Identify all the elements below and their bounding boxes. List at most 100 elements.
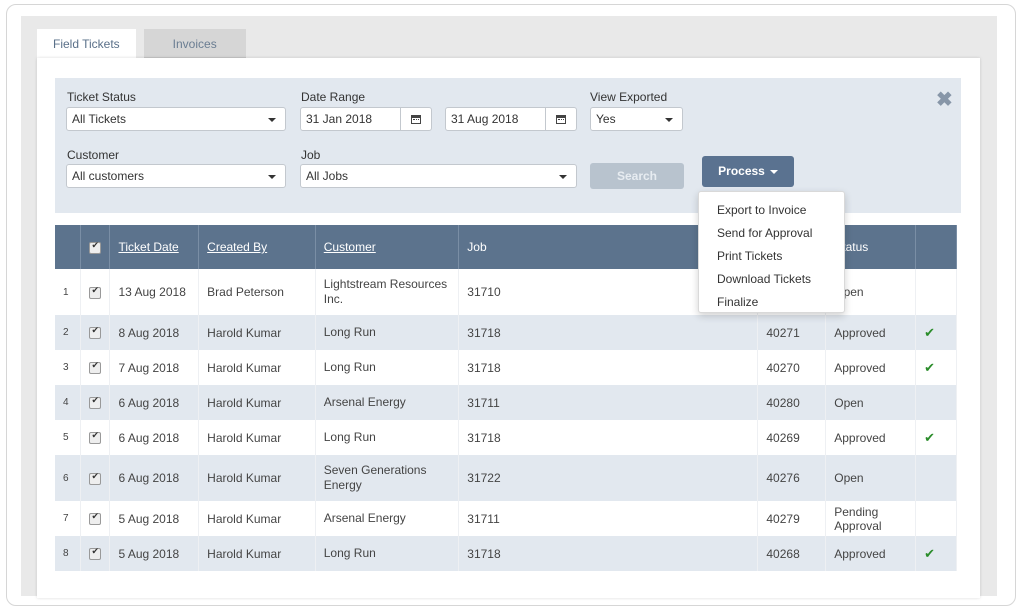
ticket-number: 40271 xyxy=(758,315,826,350)
row-checkbox[interactable] xyxy=(89,548,101,560)
row-number: 4 xyxy=(55,385,81,420)
date-end-calendar-button[interactable] xyxy=(545,108,576,130)
created-by: Brad Peterson xyxy=(199,269,316,315)
date-end-input[interactable]: 31 Aug 2018 xyxy=(445,107,577,131)
status: Approved xyxy=(826,536,916,571)
header-select-all[interactable] xyxy=(81,225,110,269)
row-number: 3 xyxy=(55,350,81,385)
approval-icon-cell xyxy=(916,269,957,315)
menu-item-finalize[interactable]: Finalize xyxy=(699,291,844,314)
row-checkbox-cell xyxy=(81,385,110,420)
approval-icon-cell: ✔ xyxy=(916,350,957,385)
header-approval-icon xyxy=(916,225,957,269)
created-by: Harold Kumar xyxy=(199,385,316,420)
row-number: 1 xyxy=(55,269,81,315)
table-row[interactable]: 75 Aug 2018Harold KumarArsenal Energy317… xyxy=(55,501,957,536)
calendar-icon xyxy=(411,115,421,124)
table-row[interactable]: 2 8 Aug 2018Harold KumarLong Run317184027… xyxy=(55,315,957,350)
approval-icon-cell: ✔ xyxy=(916,420,957,455)
approval-icon-cell xyxy=(916,501,957,536)
header-customer[interactable]: Customer xyxy=(315,225,459,269)
job: 31722 xyxy=(459,455,758,501)
header-created-by[interactable]: Created By xyxy=(199,225,316,269)
created-by: Harold Kumar xyxy=(199,536,316,571)
row-checkbox[interactable] xyxy=(89,327,101,339)
ticket-number: 40276 xyxy=(758,455,826,501)
ticket-date: 6 Aug 2018 xyxy=(110,420,199,455)
row-number: 8 xyxy=(55,536,81,571)
header-customer-label[interactable]: Customer xyxy=(324,240,376,254)
row-checkbox[interactable] xyxy=(89,397,101,409)
chevron-down-icon xyxy=(665,118,673,122)
ticket-status-label: Ticket Status xyxy=(67,90,136,104)
close-x-icon[interactable]: ✖ xyxy=(936,90,953,110)
row-checkbox[interactable] xyxy=(89,432,101,444)
status: Approved xyxy=(826,315,916,350)
customer: Long Run xyxy=(315,536,459,571)
ticket-number: 40269 xyxy=(758,420,826,455)
row-checkbox[interactable] xyxy=(89,362,101,374)
job-select[interactable]: All Jobs xyxy=(300,164,577,188)
table-row[interactable]: 66 Aug 2018Harold KumarSeven Generations… xyxy=(55,455,957,501)
table-row[interactable]: 37 Aug 2018Harold KumarLong Run317184027… xyxy=(55,350,957,385)
checkmark-icon: ✔ xyxy=(924,546,935,561)
process-button[interactable]: Process xyxy=(702,156,794,187)
checkmark-icon: ✔ xyxy=(924,325,935,340)
header-row-number xyxy=(55,225,81,269)
view-exported-select[interactable]: Yes xyxy=(590,107,683,131)
row-checkbox-cell xyxy=(81,501,110,536)
search-button[interactable]: Search xyxy=(590,163,684,189)
job: 31711 xyxy=(459,385,758,420)
header-ticket-date[interactable]: Ticket Date xyxy=(110,225,199,269)
select-all-checkbox[interactable] xyxy=(89,242,101,254)
row-checkbox[interactable] xyxy=(89,473,101,485)
menu-item-export-to-invoice[interactable]: Export to Invoice xyxy=(699,199,844,222)
row-number: 7 xyxy=(55,501,81,536)
created-by: Harold Kumar xyxy=(199,315,316,350)
created-by: Harold Kumar xyxy=(199,455,316,501)
job-label: Job xyxy=(301,148,320,162)
job: 31718 xyxy=(459,420,758,455)
table-row[interactable]: 56 Aug 2018Harold KumarLong Run317184026… xyxy=(55,420,957,455)
row-checkbox[interactable] xyxy=(89,287,101,299)
caret-down-icon xyxy=(770,170,778,174)
row-checkbox-cell xyxy=(81,536,110,571)
process-label: Process xyxy=(718,164,765,178)
date-start-input[interactable]: 31 Jan 2018 xyxy=(300,107,432,131)
header-created-by-label[interactable]: Created By xyxy=(207,240,267,254)
ticket-date: 8 Aug 2018 xyxy=(110,315,199,350)
table-row[interactable]: 46 Aug 2018Harold KumarArsenal Energy317… xyxy=(55,385,957,420)
chevron-down-icon xyxy=(559,175,567,179)
created-by: Harold Kumar xyxy=(199,501,316,536)
checkmark-icon: ✔ xyxy=(924,360,935,375)
customer: Long Run xyxy=(315,420,459,455)
tab-field-tickets[interactable]: Field Tickets xyxy=(37,29,136,59)
approval-icon-cell: ✔ xyxy=(916,315,957,350)
checkmark-icon: ✔ xyxy=(924,430,935,445)
menu-item-print-tickets[interactable]: Print Tickets xyxy=(699,245,844,268)
customer-select[interactable]: All customers xyxy=(66,164,286,188)
tab-invoices[interactable]: Invoices xyxy=(144,29,246,59)
row-checkbox-cell xyxy=(81,420,110,455)
approval-icon-cell xyxy=(916,455,957,501)
customer: Long Run xyxy=(315,315,459,350)
date-start-calendar-button[interactable] xyxy=(400,108,431,130)
row-number: 2 xyxy=(55,315,81,350)
created-by: Harold Kumar xyxy=(199,420,316,455)
row-checkbox-cell xyxy=(81,269,110,315)
view-exported-value: Yes xyxy=(596,112,616,126)
date-start-value: 31 Jan 2018 xyxy=(306,112,372,126)
menu-item-send-for-approval[interactable]: Send for Approval xyxy=(699,222,844,245)
ticket-status-select[interactable]: All Tickets xyxy=(66,107,286,131)
row-number: 6 xyxy=(55,455,81,501)
job: 31718 xyxy=(459,315,758,350)
table-row[interactable]: 85 Aug 2018Harold KumarLong Run317184026… xyxy=(55,536,957,571)
ticket-date: 5 Aug 2018 xyxy=(110,501,199,536)
header-ticket-date-label[interactable]: Ticket Date xyxy=(118,240,178,254)
row-checkbox[interactable] xyxy=(89,513,101,525)
customer: Arsenal Energy xyxy=(315,501,459,536)
ticket-date: 7 Aug 2018 xyxy=(110,350,199,385)
row-checkbox-cell xyxy=(81,455,110,501)
menu-item-download-tickets[interactable]: Download Tickets xyxy=(699,268,844,291)
status: Approved xyxy=(826,420,916,455)
